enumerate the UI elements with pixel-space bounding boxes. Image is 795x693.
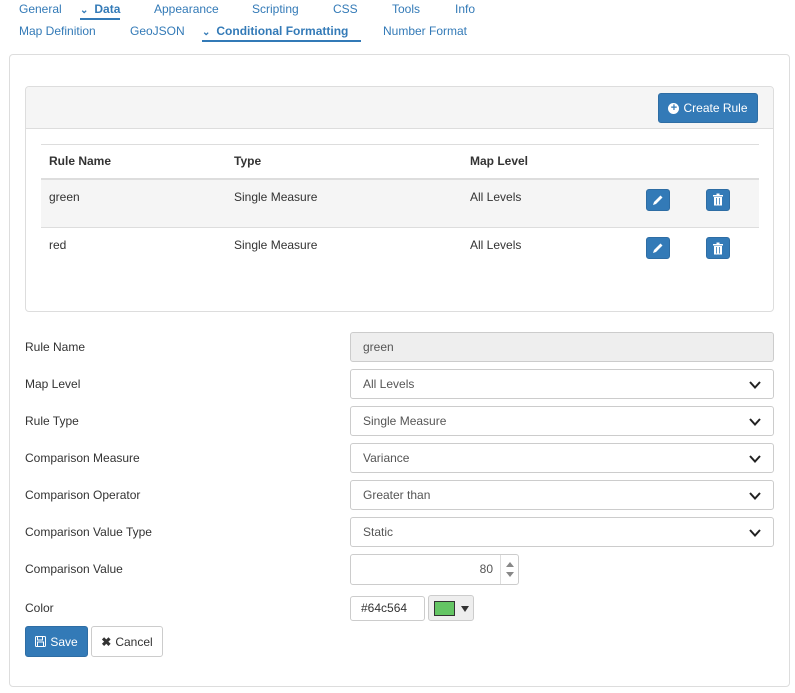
- rule-level-cell: All Levels: [462, 178, 638, 228]
- comparison-value-label: Comparison Value: [25, 562, 123, 576]
- rule-name-row: Rule Name green: [25, 332, 774, 362]
- tab-css[interactable]: CSS: [333, 0, 358, 17]
- color-picker-button[interactable]: [428, 595, 474, 621]
- trash-icon: [713, 193, 723, 206]
- spin-down-icon[interactable]: [506, 572, 514, 577]
- comparison-operator-select[interactable]: Greater than: [350, 480, 774, 510]
- plus-circle-icon: +: [668, 102, 680, 114]
- edit-rule-button[interactable]: [646, 188, 670, 211]
- spin-up-icon[interactable]: [506, 562, 514, 567]
- cancel-button[interactable]: ✖ Cancel: [91, 626, 163, 657]
- comparison-operator-label: Comparison Operator: [25, 488, 141, 502]
- edit-rule-button[interactable]: [646, 237, 670, 259]
- active-tab-underline: [202, 40, 362, 42]
- rule-type-cell: Single Measure: [226, 178, 462, 228]
- comparison-operator-row: Comparison Operator Greater than: [25, 480, 774, 510]
- rules-list-panel: + Create Rule Rule Name Type Map Level g…: [25, 86, 774, 312]
- close-icon: ✖: [101, 634, 112, 649]
- tab-geojson[interactable]: GeoJSON: [130, 22, 185, 39]
- trash-icon: [713, 242, 723, 254]
- comparison-measure-label: Comparison Measure: [25, 451, 140, 465]
- map-level-row: Map Level All Levels: [25, 369, 774, 399]
- rule-name-field[interactable]: green: [350, 332, 774, 362]
- comparison-value-type-row: Comparison Value Type Static: [25, 517, 774, 547]
- tab-info[interactable]: Info: [455, 0, 475, 17]
- color-row: Color #64c564: [25, 595, 774, 626]
- rule-name-label: Rule Name: [25, 340, 86, 354]
- tab-conditional-formatting[interactable]: ⌄ Conditional Formatting: [202, 22, 362, 42]
- map-level-label: Map Level: [25, 377, 81, 391]
- comparison-value-row: Comparison Value 80: [25, 554, 774, 585]
- pencil-icon: [653, 243, 663, 253]
- tab-appearance[interactable]: Appearance: [154, 0, 219, 17]
- rules-table: Rule Name Type Map Level green Single Me…: [41, 144, 759, 277]
- comparison-measure-row: Comparison Measure Variance: [25, 443, 774, 473]
- floppy-disk-icon: [35, 636, 47, 647]
- pencil-icon: [653, 195, 663, 205]
- comparison-measure-select[interactable]: Variance: [350, 443, 774, 473]
- chevron-down-icon: ⌄: [202, 27, 211, 38]
- tab-tools[interactable]: Tools: [392, 0, 420, 17]
- color-hex-input[interactable]: #64c564: [350, 596, 425, 621]
- tab-data[interactable]: ⌄ Data: [80, 0, 121, 20]
- number-spinner: [500, 555, 518, 584]
- chevron-down-icon: [749, 529, 761, 537]
- column-header-map-level: Map Level: [462, 144, 638, 180]
- rules-panel-header: + Create Rule: [26, 87, 773, 129]
- column-header-rule-name: Rule Name: [41, 144, 226, 180]
- rule-type-cell: Single Measure: [234, 238, 318, 252]
- delete-rule-button[interactable]: [706, 188, 730, 211]
- rule-type-label: Rule Type: [25, 414, 79, 428]
- color-swatch: [434, 601, 455, 616]
- table-row: green Single Measure All Levels: [41, 178, 759, 228]
- column-header-type: Type: [226, 144, 462, 180]
- chevron-down-icon: [749, 455, 761, 463]
- chevron-down-icon: [749, 492, 761, 500]
- save-button[interactable]: Save: [25, 626, 88, 657]
- create-rule-button[interactable]: + Create Rule: [658, 93, 758, 123]
- rule-level-cell: All Levels: [470, 238, 522, 252]
- rule-name-cell: green: [41, 178, 226, 228]
- map-level-select[interactable]: All Levels: [350, 369, 774, 399]
- comparison-value-type-label: Comparison Value Type: [25, 525, 152, 539]
- active-tab-underline: [80, 18, 121, 20]
- chevron-down-icon: ⌄: [80, 5, 89, 16]
- tab-map-definition[interactable]: Map Definition: [19, 22, 96, 39]
- rule-type-row: Rule Type Single Measure: [25, 406, 774, 436]
- caret-down-icon: [461, 606, 469, 612]
- comparison-value-type-select[interactable]: Static: [350, 517, 774, 547]
- table-header-row: Rule Name Type Map Level: [41, 144, 759, 180]
- table-row: red Single Measure All Levels: [41, 228, 759, 277]
- tab-number-format[interactable]: Number Format: [383, 22, 467, 39]
- chevron-down-icon: [749, 381, 761, 389]
- chevron-down-icon: [749, 418, 761, 426]
- tab-general[interactable]: General: [19, 0, 62, 17]
- comparison-value-input[interactable]: 80: [350, 554, 519, 585]
- rule-name-cell: red: [49, 238, 67, 252]
- color-label: Color: [25, 601, 54, 615]
- delete-rule-button[interactable]: [706, 237, 730, 259]
- rule-type-select[interactable]: Single Measure: [350, 406, 774, 436]
- tab-scripting[interactable]: Scripting: [252, 0, 299, 17]
